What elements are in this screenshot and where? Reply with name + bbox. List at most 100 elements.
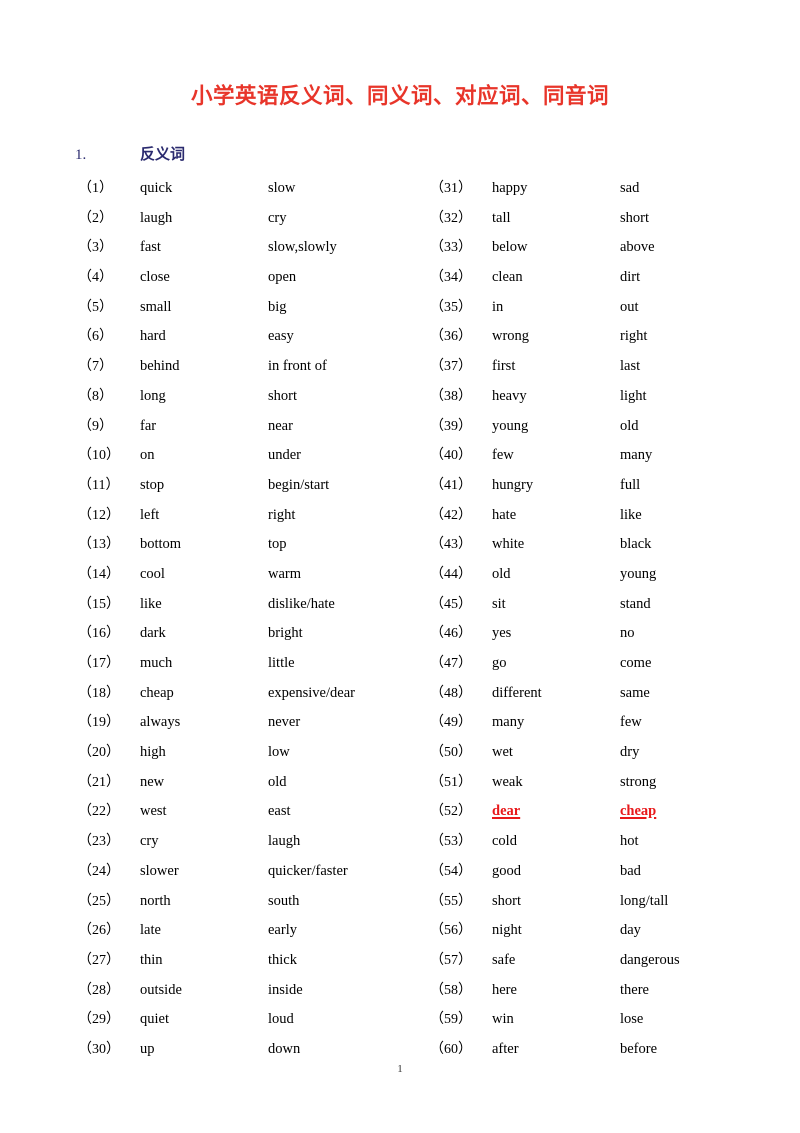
antonym-index: （23） — [78, 834, 120, 850]
antonym-row: （22） west east — [78, 797, 355, 827]
antonym-index: （2） — [78, 210, 113, 226]
antonym-opposite: day — [620, 922, 641, 939]
antonym-word: heavy — [492, 387, 527, 404]
antonym-word: north — [140, 892, 171, 909]
antonym-index: （39） — [430, 418, 472, 434]
antonym-opposite: cheap — [620, 803, 657, 820]
antonym-opposite: come — [620, 655, 652, 671]
antonym-word: here — [492, 981, 517, 998]
antonym-row: （40） few many — [430, 441, 680, 471]
antonym-opposite: sad — [620, 180, 640, 196]
antonym-row: （32） tall short — [430, 204, 680, 234]
antonym-word: go — [492, 655, 507, 671]
antonym-opposite: slow — [268, 180, 296, 196]
antonym-opposite: there — [620, 981, 649, 998]
antonym-opposite: dry — [620, 744, 640, 761]
antonym-index: （22） — [78, 804, 120, 820]
section-heading: 1. 反义词 — [75, 143, 475, 164]
antonym-word: hate — [492, 506, 517, 523]
antonym-index: （52） — [430, 804, 472, 820]
antonym-index: （42） — [430, 507, 472, 523]
antonym-opposite: above — [620, 239, 655, 256]
antonym-word: below — [492, 239, 528, 256]
antonym-opposite: short — [620, 209, 649, 226]
antonym-opposite: before — [620, 1040, 658, 1057]
antonym-opposite: easy — [268, 328, 294, 345]
antonym-index: （57） — [430, 952, 472, 968]
antonym-index: （11） — [78, 477, 120, 493]
antonym-opposite: big — [268, 298, 287, 315]
antonym-index: （16） — [78, 626, 120, 642]
antonym-opposite: right — [268, 506, 296, 523]
antonym-row: （20） high low — [78, 738, 355, 768]
antonym-word: hard — [140, 328, 166, 345]
antonym-word: after — [492, 1040, 519, 1057]
antonym-opposite: lose — [620, 1011, 644, 1028]
antonym-opposite: inside — [268, 981, 303, 998]
antonym-word: night — [492, 922, 522, 939]
antonym-opposite: warm — [268, 565, 302, 582]
antonym-row: （24） slower quicker/faster — [78, 857, 355, 887]
antonym-opposite: quicker/faster — [268, 862, 348, 879]
antonym-opposite: loud — [268, 1011, 294, 1028]
antonym-word: behind — [140, 358, 180, 375]
antonym-row: （55） short long/tall — [430, 887, 680, 917]
antonym-index: （8） — [78, 388, 113, 404]
antonym-word: laugh — [140, 209, 173, 226]
antonym-word: stop — [140, 476, 165, 493]
antonym-row: （49） many few — [430, 708, 680, 738]
antonym-opposite: short — [268, 387, 297, 404]
antonym-index: （9） — [78, 418, 113, 434]
antonym-row: （60） after before — [430, 1035, 680, 1065]
antonym-row: （47） go come — [430, 649, 680, 679]
antonym-word: high — [140, 744, 166, 761]
antonym-row: （33） below above — [430, 233, 680, 263]
antonym-row: （17） much little — [78, 649, 355, 679]
antonym-word: cheap — [140, 684, 174, 701]
antonym-index: （1） — [78, 181, 113, 196]
antonym-opposite: cry — [268, 209, 287, 226]
antonym-opposite: never — [268, 714, 301, 731]
antonym-opposite: out — [620, 298, 639, 315]
antonym-row: （4） close open — [78, 263, 355, 293]
antonym-row: （2） laugh cry — [78, 204, 355, 234]
antonym-word: up — [140, 1040, 155, 1057]
antonym-row: （50） wet dry — [430, 738, 680, 768]
antonym-row: （21） new old — [78, 768, 355, 798]
antonym-row: （8） long short — [78, 382, 355, 412]
antonym-opposite: laugh — [268, 833, 301, 850]
antonym-word: good — [492, 862, 521, 879]
antonym-index: （55） — [430, 893, 472, 909]
antonym-row: （19） always never — [78, 708, 355, 738]
antonym-index: （53） — [430, 834, 472, 850]
antonym-word: late — [140, 922, 161, 939]
antonym-row: （34） clean dirt — [430, 263, 680, 293]
antonym-row: （7） behind in front of — [78, 352, 355, 382]
antonym-opposite: like — [620, 506, 642, 523]
antonym-word: dear — [492, 803, 521, 820]
antonym-word: cry — [140, 833, 159, 850]
antonym-index: （10） — [78, 448, 120, 464]
antonym-word: first — [492, 358, 516, 375]
antonym-word: far — [140, 417, 157, 434]
antonym-word: much — [140, 655, 173, 671]
antonym-opposite: down — [268, 1040, 301, 1057]
antonym-row: （3） fast slow,slowly — [78, 233, 355, 263]
antonym-word: many — [492, 714, 525, 731]
section-number: 1. — [75, 147, 87, 163]
antonym-index: （35） — [430, 299, 472, 315]
antonym-row: （37） first last — [430, 352, 680, 382]
antonym-opposite: near — [268, 417, 293, 434]
antonym-opposite: old — [268, 773, 287, 790]
document-page: 小学英语反义词、同义词、对应词、同音词 1. 反义词 （1） quick slow （2… — [0, 0, 800, 1133]
section-label: 反义词 — [140, 145, 186, 163]
antonym-word: tall — [492, 209, 511, 226]
antonym-opposite: east — [268, 803, 291, 820]
antonym-word: on — [140, 447, 155, 464]
antonym-row: （25） north south — [78, 887, 355, 917]
antonym-index: （6） — [78, 329, 113, 345]
antonym-word: bottom — [140, 536, 182, 553]
antonym-index: （24） — [78, 863, 120, 879]
antonym-row: （46） yes no — [430, 619, 680, 649]
antonym-word: young — [492, 417, 529, 434]
